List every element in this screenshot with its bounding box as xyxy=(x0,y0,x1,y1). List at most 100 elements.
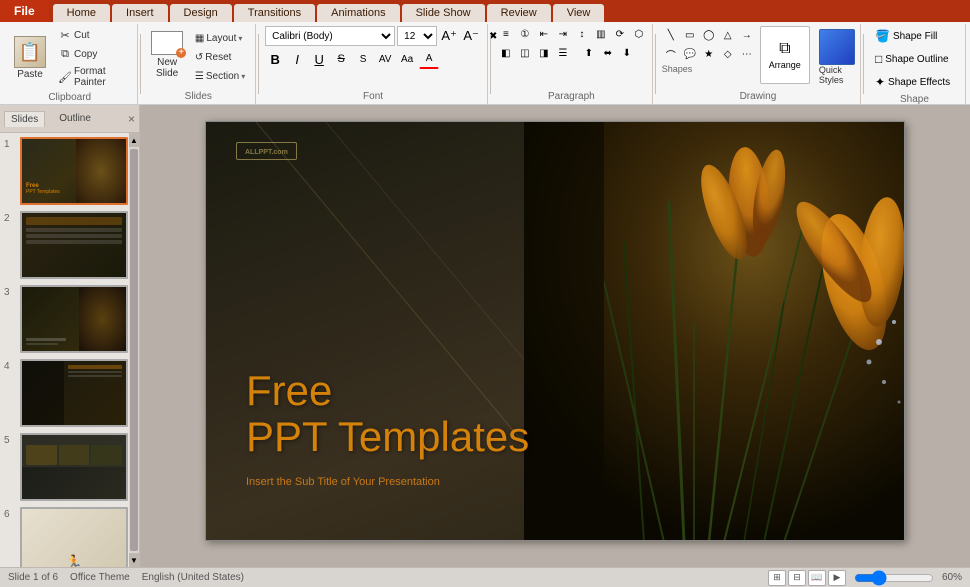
outline-tab[interactable]: Outline xyxy=(53,111,97,126)
tab-review[interactable]: Review xyxy=(487,4,551,22)
tab-home[interactable]: Home xyxy=(53,4,110,22)
paste-button[interactable]: 📋 Paste xyxy=(8,33,52,83)
new-slide-icon xyxy=(151,31,183,55)
slide-preview-2[interactable] xyxy=(20,211,128,279)
align-middle-button[interactable]: ⬌ xyxy=(599,45,617,61)
strikethrough-button[interactable]: S xyxy=(331,49,351,69)
reading-view-button[interactable]: 📖 xyxy=(808,570,826,586)
thumb4-right xyxy=(64,361,126,425)
slide-sorter-button[interactable]: ⊟ xyxy=(788,570,806,586)
slide-canvas[interactable]: ALLPPT.com xyxy=(205,121,905,541)
shape-fill-buttons: 🪣 Shape Fill □ Shape Outline ✦ Shape Eff… xyxy=(870,26,955,92)
slides-tab[interactable]: Slides xyxy=(4,111,45,127)
slide-preview-1[interactable]: Free PPT Templates xyxy=(20,137,128,205)
thumb4-line2 xyxy=(68,371,122,373)
shape-rect[interactable]: ▭ xyxy=(681,26,699,44)
new-slide-button[interactable]: New Slide xyxy=(147,26,187,84)
shape-oval[interactable]: ◯ xyxy=(700,26,718,44)
decrease-indent-button[interactable]: ⇤ xyxy=(535,26,553,42)
slide-subtitle[interactable]: Insert the Sub Title of Your Presentatio… xyxy=(246,476,440,488)
font-color-button[interactable]: A xyxy=(419,49,439,69)
font-name-select[interactable]: Calibri (Body) xyxy=(265,26,395,46)
thumb4-line3 xyxy=(68,375,122,377)
justify-button[interactable]: ☰ xyxy=(554,45,572,61)
section-button[interactable]: ☰ Section ▾ xyxy=(191,68,249,85)
char-spacing-button[interactable]: AV xyxy=(375,49,395,69)
tab-design[interactable]: Design xyxy=(170,4,232,22)
ribbon-tabs: Home Insert Design Transitions Animation… xyxy=(49,0,607,22)
quick-styles-container: Quick Styles xyxy=(814,26,860,88)
align-right-button[interactable]: ◨ xyxy=(535,45,553,61)
change-case-button[interactable]: Aa xyxy=(397,49,417,69)
shape-outline-button[interactable]: □ Shape Outline xyxy=(870,49,955,69)
align-top-button[interactable]: ⬆ xyxy=(580,45,598,61)
align-bottom-button[interactable]: ⬇ xyxy=(618,45,636,61)
text-shadow-button[interactable]: S xyxy=(353,49,373,69)
panel-close-button[interactable]: × xyxy=(128,112,135,126)
scroll-thumb[interactable] xyxy=(130,149,138,551)
shape-curved[interactable]: ⌒ xyxy=(662,45,680,63)
align-left-button[interactable]: ◧ xyxy=(497,45,515,61)
cut-button[interactable]: ✂ Cut xyxy=(54,26,131,44)
scroll-up-button[interactable]: ▲ xyxy=(129,133,139,147)
quick-styles-button[interactable]: Quick Styles xyxy=(814,26,860,88)
slide-thumb-4[interactable]: 4 xyxy=(4,359,125,427)
slide-thumb-1[interactable]: 1 Free PPT Templates xyxy=(4,137,125,205)
thumb3-line1 xyxy=(26,338,66,341)
slide-thumb-5[interactable]: 5 xyxy=(4,433,125,501)
slide-preview-4[interactable] xyxy=(20,359,128,427)
font-size-select[interactable]: 12 xyxy=(397,26,437,46)
shape-more[interactable]: ⋯ xyxy=(738,45,756,63)
arrange-button[interactable]: ⧉ Arrange xyxy=(760,26,810,84)
shape-callout[interactable]: 💬 xyxy=(681,45,699,63)
slide-thumb-6[interactable]: 6 🏃 xyxy=(4,507,125,567)
tab-animations[interactable]: Animations xyxy=(317,4,399,22)
italic-button[interactable]: I xyxy=(287,49,307,69)
slide-preview-6[interactable]: 🏃 xyxy=(20,507,128,567)
line-spacing-button[interactable]: ↕ xyxy=(573,26,591,42)
shape-effects-label: Shape Effects xyxy=(888,77,950,88)
increase-indent-button[interactable]: ⇥ xyxy=(554,26,572,42)
smartart-button[interactable]: ⬡ xyxy=(630,26,648,42)
underline-button[interactable]: U xyxy=(309,49,329,69)
paste-icon: 📋 xyxy=(14,36,46,68)
file-tab[interactable]: File xyxy=(0,0,49,22)
copy-button[interactable]: ⧉ Copy xyxy=(54,45,131,63)
numbering-button[interactable]: ① xyxy=(516,26,534,42)
shape-arrow-right[interactable]: → xyxy=(738,26,756,44)
slide-thumb-3[interactable]: 3 xyxy=(4,285,125,353)
slide-thumb-2[interactable]: 2 xyxy=(4,211,125,279)
increase-font-button[interactable]: A⁺ xyxy=(439,26,459,46)
slide-preview-5[interactable] xyxy=(20,433,128,501)
scroll-down-button[interactable]: ▼ xyxy=(129,553,139,567)
slideshow-button[interactable]: ▶ xyxy=(828,570,846,586)
thumb1-flower xyxy=(76,139,126,203)
shape-line[interactable]: ╲ xyxy=(662,26,680,44)
bold-button[interactable]: B xyxy=(265,49,285,69)
shape-effects-button[interactable]: ✦ Shape Effects xyxy=(870,72,955,92)
decrease-font-button[interactable]: A⁻ xyxy=(461,26,481,46)
tab-transitions[interactable]: Transitions xyxy=(234,4,315,22)
layout-button[interactable]: ▦ Layout ▾ xyxy=(191,30,249,47)
normal-view-button[interactable]: ⊞ xyxy=(768,570,786,586)
center-button[interactable]: ◫ xyxy=(516,45,534,61)
slide-preview-3[interactable] xyxy=(20,285,128,353)
shape-star[interactable]: ★ xyxy=(700,45,718,63)
tab-view[interactable]: View xyxy=(553,4,605,22)
tab-slideshow[interactable]: Slide Show xyxy=(402,4,485,22)
shape-diamond[interactable]: ◇ xyxy=(719,45,737,63)
columns-button[interactable]: ▥ xyxy=(592,26,610,42)
slide-logo: ALLPPT.com xyxy=(236,142,297,160)
zoom-slider[interactable] xyxy=(854,574,934,582)
shape-fill-button[interactable]: 🪣 Shape Fill xyxy=(870,26,955,46)
reset-button[interactable]: ↺ Reset xyxy=(191,49,249,66)
shape-triangle[interactable]: △ xyxy=(719,26,737,44)
shape-effects-icon: ✦ xyxy=(875,75,885,89)
text-direction-button[interactable]: ⟳ xyxy=(611,26,629,42)
tab-insert[interactable]: Insert xyxy=(112,4,168,22)
thumb2-bar1 xyxy=(26,217,122,225)
sep-4 xyxy=(655,34,656,94)
bullets-button[interactable]: ≡ xyxy=(497,26,515,42)
slide-scrollbar[interactable]: ▲ ▼ xyxy=(129,133,139,567)
format-painter-button[interactable]: 🖌 Format Painter xyxy=(54,64,131,90)
